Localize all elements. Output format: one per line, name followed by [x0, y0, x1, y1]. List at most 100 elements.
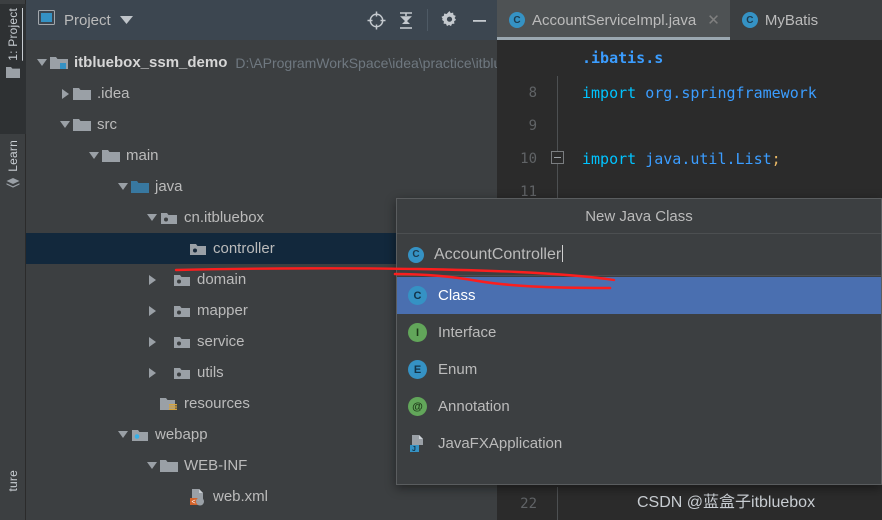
package-folder-icon	[189, 241, 207, 257]
tree-label-main: main	[126, 147, 159, 164]
idea-window: 1: Project Learn ture Project itbluebox_…	[0, 0, 882, 520]
chevron-right-icon[interactable]	[144, 303, 160, 319]
close-icon[interactable]: ✕	[707, 11, 720, 29]
code-line-8[interactable]: 8 import org.springframework	[497, 76, 882, 109]
line-number: 8	[528, 84, 537, 101]
package-folder-icon	[173, 365, 191, 381]
class-kind-list[interactable]: C Class I Interface E Enum @ Annotation …	[397, 276, 881, 462]
editor-tab-bar: C AccountServiceImpl.java ✕ C MyBatis	[497, 0, 882, 40]
chevron-down-icon[interactable]	[115, 427, 131, 443]
sidebar-item-project[interactable]: 1: Project	[0, 4, 26, 134]
package-folder-icon	[173, 272, 191, 288]
code-partial-line: .ibatis.s	[582, 49, 664, 67]
chevron-down-icon[interactable]	[86, 148, 102, 164]
chevron-down-icon[interactable]	[144, 210, 160, 226]
tree-label-service: service	[197, 333, 245, 350]
package-folder-icon	[160, 210, 178, 226]
xml-file-icon: <	[189, 488, 207, 506]
tree-row-idea[interactable]: .idea	[26, 78, 501, 109]
fold-column	[547, 487, 582, 520]
code-line-9[interactable]: 9	[497, 109, 882, 142]
tree-label-webinf: WEB-INF	[184, 457, 248, 474]
project-window-icon	[38, 10, 55, 30]
text-caret	[562, 245, 564, 262]
list-item-interface[interactable]: I Interface	[397, 314, 881, 351]
chevron-down-icon[interactable]	[144, 458, 160, 474]
webapp-folder-icon	[131, 427, 149, 443]
chevron-right-icon[interactable]	[144, 272, 160, 288]
gear-icon[interactable]	[434, 5, 464, 35]
code-text: import org.springframework	[582, 83, 817, 102]
sidebar-item-learn[interactable]: Learn	[0, 140, 26, 236]
interface-badge-icon: I	[408, 323, 427, 342]
collapse-fold-icon[interactable]	[551, 151, 564, 164]
tab-mybatis[interactable]: C MyBatis	[730, 0, 828, 40]
project-folder-icon	[6, 66, 20, 82]
javafx-file-icon: J	[408, 434, 427, 453]
folder-icon	[102, 148, 120, 164]
folder-icon	[73, 86, 91, 102]
sidebar-item-structure[interactable]: ture	[0, 470, 26, 520]
tree-label-java: java	[155, 178, 183, 195]
csdn-watermark: CSDN @蓝盒子itbluebox	[637, 494, 816, 511]
tree-row-src[interactable]: src	[26, 109, 501, 140]
chevron-right-icon[interactable]	[144, 365, 160, 381]
collapse-all-icon[interactable]	[391, 5, 421, 35]
svg-text:<: <	[192, 499, 196, 506]
tab-label: AccountServiceImpl.java	[532, 11, 697, 29]
project-title-group[interactable]: Project	[38, 10, 133, 30]
code-line-10[interactable]: 10 import java.util.List;	[497, 142, 882, 175]
tree-label-webxml: web.xml	[213, 488, 269, 505]
fold-column	[547, 76, 582, 109]
class-name-value: AccountController	[434, 246, 562, 263]
svg-text:J: J	[412, 446, 416, 453]
tree-label-resources: resources	[184, 395, 250, 412]
chevron-down-icon[interactable]	[115, 179, 131, 195]
tree-label-domain: domain	[197, 271, 247, 288]
list-item-class[interactable]: C Class	[397, 277, 881, 314]
java-class-icon: C	[741, 12, 758, 28]
chevron-right-icon[interactable]	[144, 334, 160, 350]
list-item-javafx-application[interactable]: J JavaFXApplication	[397, 425, 881, 462]
sidebar-item-structure-label: ture	[6, 470, 20, 492]
folder-icon	[73, 117, 91, 133]
tab-label: MyBatis	[764, 11, 819, 29]
list-item-label: Enum	[438, 361, 478, 378]
tree-row-main[interactable]: main	[26, 140, 501, 171]
tree-label-project: itbluebox_ssm_demo	[74, 54, 228, 71]
chevron-down-icon[interactable]	[34, 55, 50, 71]
popup-title: New Java Class	[397, 199, 881, 234]
folder-icon	[160, 458, 178, 474]
class-name-input[interactable]: C AccountController	[397, 234, 881, 276]
sidebar-item-project-label: 1: Project	[6, 8, 20, 61]
tree-label-src: src	[97, 116, 117, 133]
tree-label-utils: utils	[197, 364, 224, 381]
class-badge-icon: C	[408, 286, 427, 305]
list-item-label: Annotation	[438, 398, 510, 415]
tree-row-webxml[interactable]: < web.xml	[26, 481, 501, 512]
annotation-badge-icon: @	[408, 397, 427, 416]
tree-label-mapper: mapper	[197, 302, 248, 319]
chevron-right-icon[interactable]	[57, 86, 73, 102]
package-folder-icon	[173, 303, 191, 319]
fold-column	[547, 109, 582, 142]
minimize-icon[interactable]	[464, 5, 494, 35]
tree-row-project[interactable]: itbluebox_ssm_demo D:\AProgramWorkSpace\…	[26, 47, 608, 78]
package-folder-icon	[173, 334, 191, 350]
line-number: 22	[520, 495, 537, 512]
left-tool-strip: 1: Project Learn ture	[0, 0, 26, 520]
chevron-down-icon[interactable]	[57, 117, 73, 133]
list-item-label: Class	[438, 287, 476, 304]
list-item-label: Interface	[438, 324, 497, 341]
project-panel-header: Project	[26, 0, 501, 40]
code-text: import java.util.List;	[582, 149, 781, 168]
fold-column[interactable]	[547, 142, 582, 175]
toolbar-divider	[427, 9, 428, 31]
tab-account-service-impl[interactable]: C AccountServiceImpl.java ✕	[497, 0, 730, 40]
chevron-down-icon[interactable]	[119, 11, 133, 29]
list-item-enum[interactable]: E Enum	[397, 351, 881, 388]
module-folder-icon	[50, 55, 68, 71]
locate-icon[interactable]	[361, 5, 391, 35]
tree-label-package: cn.itbluebox	[184, 209, 265, 226]
list-item-annotation[interactable]: @ Annotation	[397, 388, 881, 425]
